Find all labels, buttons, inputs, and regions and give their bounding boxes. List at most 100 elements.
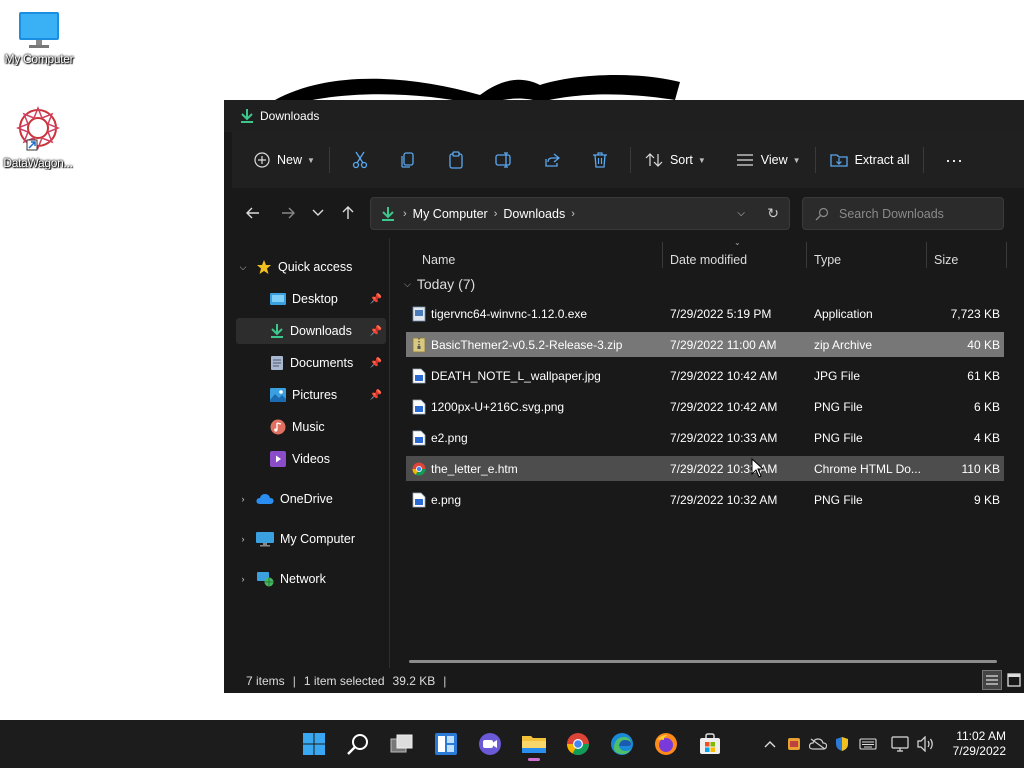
address-history-dropdown[interactable]: ⌵ xyxy=(737,208,745,219)
recent-locations-button[interactable] xyxy=(302,197,334,229)
nav-item-pictures[interactable]: Pictures 📌 xyxy=(236,382,386,408)
file-name-cell: tigervnc64-winvnc-1.12.0.exe xyxy=(412,306,662,322)
pin-icon: 📌 xyxy=(369,389,382,401)
sort-button[interactable]: Sort ▼ xyxy=(637,143,714,177)
column-label: Size xyxy=(934,253,959,267)
status-separator: | xyxy=(292,673,296,688)
chevron-down-icon[interactable]: ⌵ xyxy=(236,262,250,273)
file-row-hovered[interactable]: the_letter_e.htm 7/29/2022 10:33 AM Chro… xyxy=(406,456,1004,481)
nav-onedrive[interactable]: › OneDrive xyxy=(236,486,386,512)
file-type: PNG File xyxy=(814,430,863,445)
nav-item-downloads[interactable]: Downloads 📌 xyxy=(236,318,386,344)
nav-item-documents[interactable]: Documents 📌 xyxy=(236,350,386,376)
more-options-button[interactable]: ... xyxy=(930,143,978,177)
nav-network[interactable]: › Network xyxy=(236,566,386,592)
chevron-right-icon: › xyxy=(571,207,575,220)
file-row-selected[interactable]: BasicThemer2-v0.5.2-Release-3.zip 7/29/2… xyxy=(406,332,1004,357)
search-input[interactable]: Search Downloads xyxy=(802,197,1004,230)
nav-item-music[interactable]: Music xyxy=(236,414,386,440)
details-view-button[interactable] xyxy=(982,670,1002,690)
onedrive-tray-icon[interactable] xyxy=(808,734,828,754)
column-divider[interactable] xyxy=(1006,242,1007,268)
volume-tray-icon[interactable] xyxy=(916,734,936,754)
file-row[interactable]: DEATH_NOTE_L_wallpaper.jpg 7/29/2022 10:… xyxy=(406,363,1004,388)
forward-button[interactable] xyxy=(272,197,304,229)
horizontal-scrollbar[interactable] xyxy=(409,660,997,663)
file-name: the_letter_e.htm xyxy=(431,461,518,476)
column-header-date[interactable]: Date modified xyxy=(670,246,747,274)
column-header-type[interactable]: Type xyxy=(814,246,841,274)
desktop-icon-datawagon[interactable]: DataWagon... xyxy=(0,104,76,170)
store-taskbar-button[interactable] xyxy=(692,726,728,762)
chrome-taskbar-button[interactable] xyxy=(560,726,596,762)
windows-logo-icon xyxy=(303,733,325,755)
chrome-icon xyxy=(567,733,589,755)
network-tray-icon[interactable] xyxy=(890,734,910,754)
breadcrumb-my-computer[interactable]: My Computer xyxy=(413,207,488,221)
chevron-up-icon xyxy=(764,741,776,748)
file-row[interactable]: tigervnc64-winvnc-1.12.0.exe 7/29/2022 5… xyxy=(406,301,1004,326)
desktop-icon-label: My Computer xyxy=(4,52,74,66)
nav-label: Documents xyxy=(290,356,354,370)
window-titlebar[interactable]: Downloads xyxy=(224,100,1024,132)
column-divider[interactable] xyxy=(806,242,807,268)
nav-label: Network xyxy=(280,572,326,586)
chevron-right-icon[interactable]: › xyxy=(236,574,250,584)
file-row[interactable]: e.png 7/29/2022 10:32 AM PNG File 9 KB xyxy=(406,487,1004,512)
extract-all-button[interactable]: Extract all xyxy=(822,143,918,177)
image-file-icon xyxy=(412,430,426,445)
view-button[interactable]: View ▼ xyxy=(728,143,809,177)
search-icon xyxy=(347,734,368,755)
column-header-size[interactable]: Size xyxy=(934,246,958,274)
keyboard-tray-icon[interactable] xyxy=(858,734,878,754)
task-view-button[interactable] xyxy=(384,726,420,762)
back-button[interactable] xyxy=(237,197,269,229)
scissors-icon xyxy=(352,151,368,169)
show-hidden-icons-button[interactable] xyxy=(760,734,780,754)
chevron-right-icon[interactable]: › xyxy=(236,494,250,504)
column-divider[interactable] xyxy=(662,242,663,268)
file-row[interactable]: 1200px-U+216C.svg.png 7/29/2022 10:42 AM… xyxy=(406,394,1004,419)
large-icons-view-button[interactable] xyxy=(1004,670,1024,690)
paste-button[interactable] xyxy=(432,143,480,177)
nav-item-desktop[interactable]: Desktop 📌 xyxy=(236,286,386,312)
new-button[interactable]: New ▼ xyxy=(246,143,323,177)
group-header-today[interactable]: ⌵ Today (7) xyxy=(404,276,475,292)
file-name: tigervnc64-winvnc-1.12.0.exe xyxy=(431,306,588,321)
column-divider[interactable] xyxy=(926,242,927,268)
up-button[interactable] xyxy=(332,197,364,229)
start-button[interactable] xyxy=(296,726,332,762)
cut-button[interactable] xyxy=(336,143,384,177)
security-tray-icon[interactable] xyxy=(832,734,852,754)
edge-taskbar-button[interactable] xyxy=(604,726,640,762)
nav-my-computer[interactable]: › My Computer xyxy=(236,526,386,552)
taskbar-clock[interactable]: 11:02 AM 7/29/2022 xyxy=(953,729,1006,759)
nav-item-videos[interactable]: Videos xyxy=(236,446,386,472)
nav-label: Desktop xyxy=(292,292,338,306)
column-header-name[interactable]: Name xyxy=(422,246,455,274)
delete-button[interactable] xyxy=(576,143,624,177)
widgets-button[interactable] xyxy=(428,726,464,762)
nav-quick-access[interactable]: ⌵ Quick access xyxy=(236,254,386,280)
file-explorer-taskbar-button[interactable] xyxy=(516,726,552,762)
search-button[interactable] xyxy=(340,726,376,762)
share-button[interactable] xyxy=(528,143,576,177)
copy-button[interactable] xyxy=(384,143,432,177)
refresh-button[interactable]: ↻ xyxy=(767,205,779,222)
extract-folder-icon xyxy=(829,154,848,167)
rename-button[interactable] xyxy=(480,143,528,177)
network-monitor-icon xyxy=(891,736,909,752)
widgets-icon xyxy=(435,733,457,755)
tray-app-icon[interactable] xyxy=(784,734,804,754)
chevron-right-icon[interactable]: › xyxy=(236,534,250,544)
file-name-cell: 1200px-U+216C.svg.png xyxy=(412,399,662,415)
desktop-icon-my-computer[interactable]: My Computer xyxy=(1,10,77,66)
address-bar[interactable]: › My Computer › Downloads › ⌵ ↻ xyxy=(370,197,790,230)
chat-button[interactable] xyxy=(472,726,508,762)
datawagon-shortcut-icon xyxy=(15,105,61,151)
more-icon: ... xyxy=(945,145,964,166)
breadcrumb-downloads[interactable]: Downloads xyxy=(503,207,565,221)
cloud-offline-icon xyxy=(809,738,827,750)
file-row[interactable]: e2.png 7/29/2022 10:33 AM PNG File 4 KB xyxy=(406,425,1004,450)
firefox-taskbar-button[interactable] xyxy=(648,726,684,762)
